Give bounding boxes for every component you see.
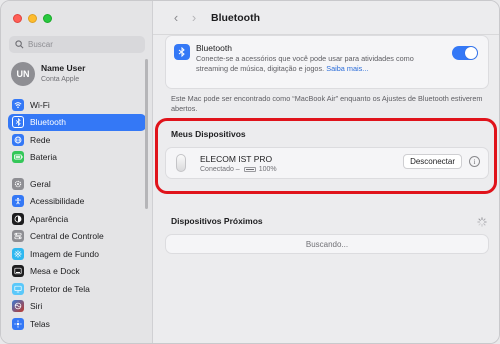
sidebar-item-desktop-dock[interactable]: Mesa e Dock (8, 263, 146, 281)
sidebar: UN Name User Conta Apple Wi-Fi Bluetooth (1, 1, 153, 343)
bluetooth-card: Bluetooth Conecte-se a acessórios que vo… (165, 35, 489, 89)
sidebar-item-accessibility[interactable]: Acessibilidade (8, 193, 146, 211)
spinner-icon (477, 217, 487, 227)
back-button[interactable]: ‹ (167, 10, 185, 25)
sidebar-item-label: Wi-Fi (30, 99, 50, 110)
close-button[interactable] (13, 14, 22, 23)
gear-icon (12, 177, 24, 190)
sidebar-item-label: Acessibilidade (30, 196, 85, 207)
user-name: Name User (41, 63, 86, 73)
sidebar-item-label: Bateria (30, 152, 57, 163)
bluetooth-description: Conecte-se a acessórios que você pode us… (196, 54, 446, 74)
displays-icon (12, 317, 24, 330)
sidebar-item-battery[interactable]: Bateria (8, 149, 146, 167)
nearby-devices-list: Buscando... (165, 234, 489, 254)
sidebar-item-wifi[interactable]: Wi-Fi (8, 96, 146, 114)
bluetooth-icon (12, 116, 24, 129)
toolbar: ‹ › Bluetooth (153, 1, 499, 35)
screensaver-icon (12, 282, 24, 295)
battery-icon (12, 151, 24, 164)
search-field[interactable] (9, 36, 145, 53)
sidebar-scrollbar[interactable] (145, 59, 148, 209)
sidebar-item-label: Imagem de Fundo (30, 248, 99, 259)
sidebar-item-label: Bluetooth (30, 117, 66, 128)
window-controls (13, 14, 52, 23)
nearby-devices-title: Dispositivos Próximos (171, 216, 263, 226)
sidebar-item-label: Mesa e Dock (30, 266, 80, 277)
sidebar-nav-group-2: Geral Acessibilidade Aparência Central d… (8, 175, 146, 333)
appearance-icon (12, 212, 24, 225)
sidebar-item-screensaver[interactable]: Protetor de Tela (8, 280, 146, 298)
discoverable-note: Este Mac pode ser encontrado como “MacBo… (171, 94, 483, 113)
sidebar-item-label: Geral (30, 178, 51, 189)
sidebar-item-label: Protetor de Tela (30, 283, 90, 294)
sidebar-item-label: Central de Controle (30, 231, 104, 242)
sidebar-item-control-center[interactable]: Central de Controle (8, 228, 146, 246)
siri-icon (12, 300, 24, 313)
accessibility-icon (12, 195, 24, 208)
highlight-annotation (155, 118, 497, 194)
bluetooth-icon (174, 44, 190, 60)
page-title: Bluetooth (211, 11, 260, 24)
sidebar-item-wallpaper[interactable]: Imagem de Fundo (8, 245, 146, 263)
searching-status: Buscando... (305, 239, 349, 249)
sidebar-item-bluetooth[interactable]: Bluetooth (8, 113, 146, 131)
user-subtitle: Conta Apple (41, 76, 80, 83)
sidebar-item-label: Aparência (30, 213, 69, 224)
sidebar-item-appearance[interactable]: Aparência (8, 210, 146, 228)
search-input[interactable] (28, 40, 138, 49)
sidebar-item-network[interactable]: Rede (8, 131, 146, 149)
sidebar-nav-group-1: Wi-Fi Bluetooth Rede Bateria (8, 96, 146, 166)
sidebar-item-label: Telas (30, 318, 50, 329)
bluetooth-toggle[interactable] (452, 46, 478, 60)
control-center-icon (12, 230, 24, 243)
settings-window: UN Name User Conta Apple Wi-Fi Bluetooth (0, 0, 500, 344)
minimize-button[interactable] (28, 14, 37, 23)
sidebar-item-siri[interactable]: Siri (8, 298, 146, 316)
sidebar-item-general[interactable]: Geral (8, 175, 146, 193)
toggle-knob (465, 47, 477, 59)
wallpaper-icon (12, 247, 24, 260)
user-account[interactable]: UN Name User Conta Apple (11, 62, 85, 86)
zoom-button[interactable] (43, 14, 52, 23)
sidebar-item-label: Rede (30, 134, 51, 145)
wifi-icon (12, 98, 24, 111)
bluetooth-description-text: Conecte-se a acessórios que você pode us… (196, 54, 414, 73)
sidebar-item-displays[interactable]: Telas (8, 315, 146, 333)
sidebar-item-label: Siri (30, 301, 43, 312)
avatar: UN (11, 62, 35, 86)
network-icon (12, 133, 24, 146)
search-icon (15, 40, 24, 49)
bluetooth-title: Bluetooth (196, 43, 232, 53)
dock-icon (12, 265, 24, 278)
forward-button[interactable]: › (185, 10, 203, 25)
learn-more-link[interactable]: Saiba mais... (326, 64, 368, 73)
